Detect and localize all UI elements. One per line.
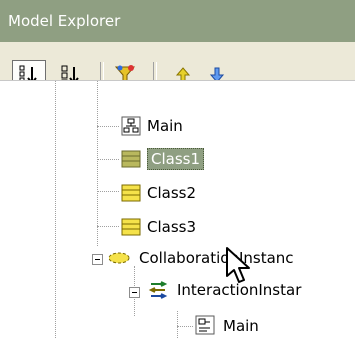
tree-guide-line xyxy=(97,126,119,127)
tree-item-main-diagram-child[interactable]: Main xyxy=(195,312,259,339)
title-bar: Model Explorer xyxy=(0,0,355,42)
tree-guide-line xyxy=(177,326,193,327)
class-icon xyxy=(121,218,141,236)
model-tree: Main Class1 Class2 Class3 CollaborationI… xyxy=(0,80,355,339)
interaction-icon xyxy=(148,281,168,299)
tree-item-main-diagram[interactable]: Main xyxy=(121,112,183,140)
tree-item-label: Class2 xyxy=(147,184,197,202)
tree-item-class1[interactable]: Class1 xyxy=(121,145,205,173)
collapse-toggle[interactable] xyxy=(129,287,140,298)
model-explorer-panel: Model Explorer Main Class1 Class2 Class3… xyxy=(0,0,355,339)
tree-guide-line xyxy=(177,311,178,339)
tree-item-label: Main xyxy=(223,317,259,335)
diagram-icon xyxy=(121,116,141,136)
mouse-cursor-icon xyxy=(226,247,250,283)
tree-guide-line xyxy=(97,159,119,160)
tree-guide-line xyxy=(55,81,56,339)
tree-guide-line xyxy=(97,226,119,227)
class-icon xyxy=(121,150,141,168)
tree-guide-line xyxy=(97,191,119,192)
tree-item-class2[interactable]: Class2 xyxy=(121,179,196,207)
tree-guide-line xyxy=(97,81,98,246)
panel-title: Model Explorer xyxy=(8,12,121,30)
tree-item-class3[interactable]: Class3 xyxy=(121,213,196,241)
collapse-toggle[interactable] xyxy=(92,254,103,265)
tree-item-label: Main xyxy=(147,117,183,135)
tree-item-label: Class3 xyxy=(147,218,197,236)
class-icon xyxy=(121,184,141,202)
tree-item-label: CollaborationInstanc xyxy=(139,249,294,267)
tree-item-label-selected: Class1 xyxy=(147,148,205,170)
diagram-icon xyxy=(195,315,215,335)
tree-item-collaboration[interactable]: CollaborationInstanc xyxy=(107,244,294,272)
collaboration-icon xyxy=(108,252,130,264)
